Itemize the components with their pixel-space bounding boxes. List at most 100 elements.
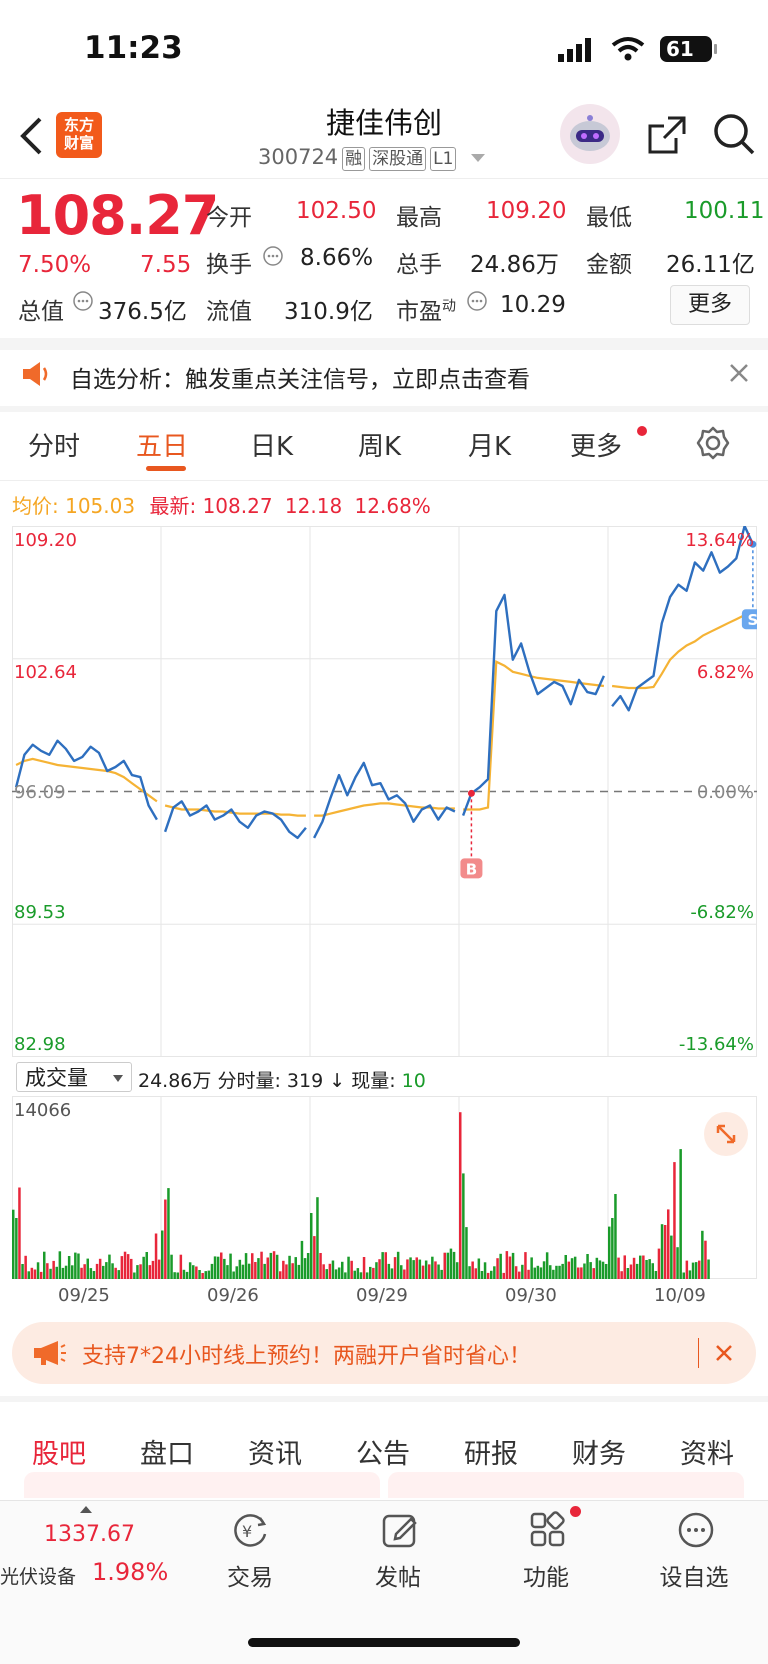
tab-monthly-k[interactable]: 月K xyxy=(468,426,511,463)
volume-bar xyxy=(353,1270,356,1279)
chart-info-row: 均价: 105.03 最新: 108.27 12.18 12.68% xyxy=(12,490,431,519)
volume-bar xyxy=(518,1271,521,1279)
volume-bar xyxy=(375,1262,378,1279)
more-circle-icon[interactable] xyxy=(676,1510,716,1554)
volume-bar xyxy=(431,1256,434,1279)
high-value: 109.20 xyxy=(486,198,567,224)
tab-research[interactable]: 研报 xyxy=(464,1432,518,1471)
volume-bar xyxy=(663,1225,667,1279)
volume-bar xyxy=(573,1256,577,1279)
tab-active-indicator xyxy=(146,466,186,471)
volume-bar xyxy=(679,1149,682,1279)
volume-bar xyxy=(561,1263,564,1279)
tab-announcements[interactable]: 公告 xyxy=(356,1432,410,1471)
volume-bar xyxy=(440,1269,443,1279)
volume-bar xyxy=(570,1258,574,1279)
volume-bar xyxy=(583,1263,586,1279)
volume-chart[interactable] xyxy=(12,1096,757,1279)
volume-bar xyxy=(698,1260,701,1279)
function-grid-icon[interactable] xyxy=(528,1510,568,1554)
tab-intraday[interactable]: 分时 xyxy=(28,426,80,463)
robot-assistant-icon[interactable] xyxy=(560,104,620,164)
change-amount: 7.55 xyxy=(140,252,192,278)
volume-bar xyxy=(151,1260,155,1279)
volume-bar xyxy=(95,1263,99,1279)
tab-forum[interactable]: 股吧 xyxy=(32,1432,86,1471)
tab-five-day[interactable]: 五日 xyxy=(136,426,188,463)
volume-bar xyxy=(201,1273,204,1279)
nav-function[interactable]: 功能 xyxy=(486,1558,606,1592)
volume-bar xyxy=(337,1267,341,1279)
tab-weekly-k[interactable]: 周K xyxy=(358,426,401,463)
index-name[interactable]: 光伏设备 xyxy=(0,1562,76,1589)
indicator-selector[interactable]: 成交量 xyxy=(16,1062,132,1092)
buy-marker-dot xyxy=(467,789,475,797)
tab-daily-k[interactable]: 日K xyxy=(250,426,293,463)
volume-bar xyxy=(474,1268,477,1279)
volume-bar xyxy=(536,1265,540,1279)
volume-bar xyxy=(235,1266,238,1279)
y-left-tick: 89.53 xyxy=(14,902,66,923)
function-badge-dot xyxy=(570,1506,581,1517)
volume-bar xyxy=(635,1263,639,1279)
close-banner-icon[interactable] xyxy=(714,1343,734,1367)
mcap-info-icon[interactable] xyxy=(72,290,94,316)
volume-bar xyxy=(455,1262,459,1279)
volume-bar xyxy=(396,1251,400,1279)
volume-bar xyxy=(182,1269,186,1279)
volume-bar xyxy=(83,1264,86,1279)
volume-bar xyxy=(341,1261,344,1279)
tab-news[interactable]: 资讯 xyxy=(248,1432,302,1471)
nav-trade[interactable]: 交易 xyxy=(190,1558,310,1592)
volume-bar xyxy=(46,1263,49,1279)
volume-bar xyxy=(319,1253,322,1279)
volume-bar xyxy=(61,1267,65,1279)
pe-info-icon[interactable] xyxy=(466,290,488,316)
volume-bar xyxy=(198,1270,201,1279)
volume-bar xyxy=(409,1257,412,1279)
volume-bar xyxy=(52,1260,55,1279)
compose-icon[interactable] xyxy=(380,1510,420,1554)
float-value: 310.9亿 xyxy=(284,299,373,325)
close-notice-icon[interactable] xyxy=(728,362,750,388)
y-right-tick: 0.00% xyxy=(696,782,754,803)
low-label: 最低 xyxy=(586,205,632,231)
notice-text[interactable]: 自选分析：触发重点关注信号，立即点击查看 xyxy=(70,360,530,394)
volume-bar xyxy=(505,1251,509,1279)
volume-bar xyxy=(291,1263,294,1279)
more-quote-button[interactable]: 更多 xyxy=(670,285,750,325)
volume-bar xyxy=(322,1264,325,1279)
volume-bar xyxy=(384,1252,387,1279)
volume-bar xyxy=(418,1259,422,1279)
volume-bar xyxy=(508,1256,512,1279)
volume-bar xyxy=(120,1256,124,1279)
volume-bar xyxy=(424,1260,428,1279)
settings-icon[interactable] xyxy=(696,426,730,464)
volume-bar xyxy=(123,1251,127,1279)
volume-bar xyxy=(471,1261,474,1279)
share-icon[interactable] xyxy=(646,114,688,160)
volume-bar xyxy=(80,1267,83,1279)
tab-financials[interactable]: 财务 xyxy=(572,1432,626,1471)
volume-bar xyxy=(446,1252,450,1279)
tab-order-book[interactable]: 盘口 xyxy=(140,1432,194,1471)
index-value[interactable]: 1337.67 xyxy=(44,1522,135,1547)
volume-bar xyxy=(257,1258,260,1279)
volume-bar xyxy=(126,1254,130,1279)
section-gap-2 xyxy=(0,406,768,412)
x-date-label: 09/29 xyxy=(356,1285,408,1306)
promo-banner[interactable]: 支持7*24小时线上预约！两融开户省时省心！ xyxy=(12,1322,756,1384)
tab-more[interactable]: 更多 xyxy=(570,426,622,463)
volume-bar xyxy=(220,1252,223,1279)
volume-bar xyxy=(275,1254,279,1279)
dropdown-icon[interactable] xyxy=(471,154,486,162)
expand-icon[interactable] xyxy=(704,1112,748,1156)
nav-add-watchlist[interactable]: 设自选 xyxy=(634,1558,754,1592)
volume-bar xyxy=(74,1252,77,1279)
tab-profile[interactable]: 资料 xyxy=(680,1432,734,1471)
turnover-info-icon[interactable] xyxy=(262,245,284,271)
price-chart[interactable]: BS xyxy=(12,524,764,1057)
nav-post[interactable]: 发帖 xyxy=(338,1558,458,1592)
search-icon[interactable] xyxy=(712,112,756,160)
trade-icon[interactable]: ¥ xyxy=(230,1510,270,1554)
